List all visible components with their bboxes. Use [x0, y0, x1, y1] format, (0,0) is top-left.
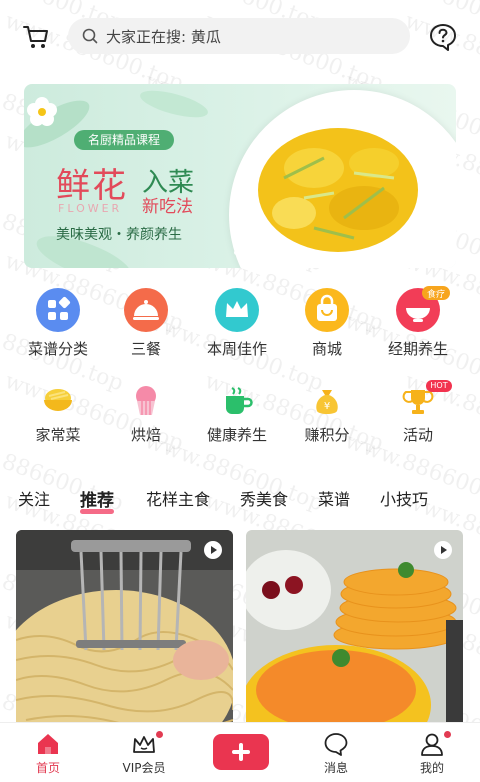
help-icon[interactable] [428, 22, 458, 52]
category-period-health[interactable]: 食疗 经期养生 [370, 286, 466, 359]
category-mall[interactable]: 商城 [279, 288, 375, 359]
category-recipe-types[interactable]: 菜谱分类 [10, 288, 106, 359]
category-healthy[interactable]: 健康养生 [189, 384, 285, 445]
cupcake-icon [136, 386, 156, 415]
category-label: 赚积分 [304, 426, 350, 444]
category-baking[interactable]: 烘焙 [98, 384, 194, 445]
grid-icon [36, 288, 80, 332]
nav-vip[interactable]: VIP会员 [104, 731, 184, 776]
nav-label: VIP会员 [122, 761, 166, 775]
category-badge: 食疗 [426, 290, 445, 300]
category-three-meals[interactable]: 三餐 [98, 288, 194, 359]
play-icon[interactable] [433, 540, 453, 560]
home-icon [38, 734, 58, 754]
nav-label: 我的 [419, 761, 444, 775]
category-weekly-best[interactable]: 本周佳作 [189, 288, 285, 359]
category-label: 商城 [311, 340, 342, 358]
banner-flower-text: FLOWER [58, 202, 123, 215]
search-placeholder: 大家正在搜: 黄瓜 [106, 27, 221, 46]
user-icon [421, 733, 443, 756]
feed-card-noodles[interactable] [16, 530, 233, 730]
search-input[interactable]: 大家正在搜: 黄瓜 [68, 18, 410, 54]
profile-notification-dot [444, 731, 451, 738]
banner-subtitle: 新吃法 [142, 197, 193, 217]
banner-tag: 名厨精品课程 [74, 130, 175, 150]
money-bag-icon: ¥ [316, 390, 338, 414]
banner-title: 鲜花 [56, 166, 128, 206]
nav-label: 首页 [35, 761, 60, 775]
banner-slogan: 美味美观・养颜养生 [56, 227, 182, 243]
publish-button[interactable] [213, 734, 269, 770]
shopping-bag-icon [305, 288, 349, 332]
category-label: 烘焙 [130, 426, 161, 444]
plus-icon [232, 743, 250, 761]
tab-recipes[interactable]: 菜谱 [318, 486, 350, 510]
crown-outline-icon [133, 736, 155, 753]
category-badge: HOT [430, 381, 448, 390]
category-earn-points[interactable]: ¥ 赚积分 [279, 384, 375, 445]
nav-profile[interactable]: 我的 [392, 731, 472, 776]
nav-label: 消息 [323, 761, 348, 775]
tab-tips[interactable]: 小技巧 [380, 486, 428, 510]
tea-cup-icon [226, 387, 253, 414]
cart-icon[interactable] [22, 22, 50, 50]
category-label: 三餐 [130, 340, 161, 358]
nav-home[interactable]: 首页 [8, 731, 88, 776]
category-home-dishes[interactable]: 家常菜 [10, 384, 106, 445]
search-icon [82, 28, 98, 44]
tab-creative-staples[interactable]: 花样主食 [146, 486, 210, 510]
rice-bowl-icon [44, 389, 72, 411]
top-bar: 大家正在搜: 黄瓜 [0, 0, 480, 74]
crown-icon [215, 288, 259, 332]
svg-text:¥: ¥ [324, 401, 330, 412]
tab-follow[interactable]: 关注 [18, 486, 50, 510]
scrambled-egg-image [258, 128, 418, 252]
pancakes-image [246, 530, 463, 730]
category-label: 经期养生 [387, 340, 448, 358]
chat-icon [324, 733, 348, 756]
banner-pagination [234, 250, 262, 255]
feed-tabs: 关注 推荐 花样主食 秀美食 菜谱 小技巧 [0, 476, 480, 520]
category-label: 菜谱分类 [27, 340, 88, 358]
promo-banner[interactable]: 名厨精品课程 鲜花 入菜 新吃法 FLOWER 美味美观・养颜养生 [24, 84, 456, 268]
category-label: 健康养生 [206, 426, 267, 444]
tab-show-food[interactable]: 秀美食 [240, 486, 288, 510]
category-label: 家常菜 [35, 426, 81, 444]
feed-card-pancakes[interactable] [246, 530, 463, 730]
category-events[interactable]: HOT 活动 [370, 380, 466, 445]
category-label: 本周佳作 [206, 340, 267, 358]
play-icon[interactable] [203, 540, 223, 560]
category-label: 活动 [402, 426, 433, 444]
noodles-image [16, 530, 233, 730]
tab-recommended[interactable]: 推荐 [80, 486, 114, 514]
nav-messages[interactable]: 消息 [296, 731, 376, 776]
cloche-icon [124, 288, 168, 332]
vip-notification-dot [156, 731, 163, 738]
